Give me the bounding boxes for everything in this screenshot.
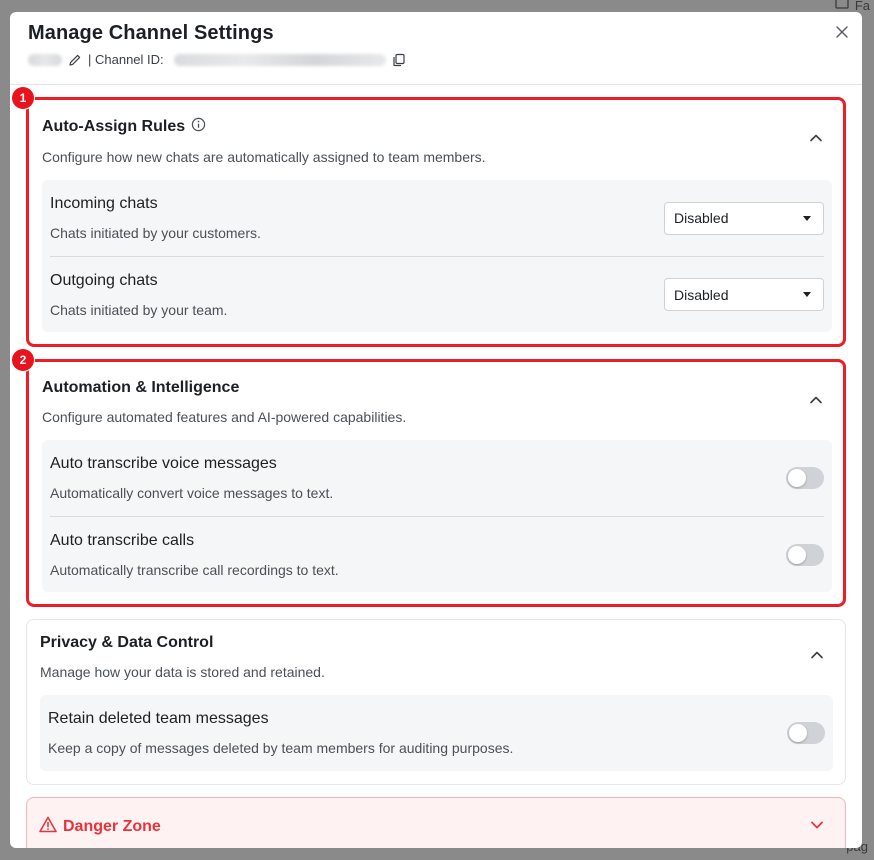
toggle-knob [788,545,806,564]
transcribe-voice-row: Auto transcribe voice messages Automatic… [50,440,824,516]
channel-meta: | Channel ID: [28,52,844,67]
automation-section: 2 Automation & Intelligence Configure au… [12,349,846,607]
toggle-knob [789,724,807,742]
chevron-up-icon[interactable] [808,130,824,146]
row-subtitle: Keep a copy of messages deleted by team … [48,740,514,756]
section-title: Automation & Intelligence [42,379,240,396]
close-icon[interactable] [834,24,850,40]
row-title: Retain deleted team messages [48,710,269,727]
automation-panel: Auto transcribe voice messages Automatic… [42,440,832,592]
copy-icon[interactable] [392,53,406,67]
row-title: Outgoing chats [50,271,158,289]
modal-body: 1 Auto-Assign Rules Configure how new ch… [10,85,862,848]
channel-id-label: | Channel ID: [88,52,164,67]
select-value: Disabled [674,210,729,226]
danger-zone-text: Danger Zone [63,818,161,835]
row-subtitle: Automatically transcribe call recordings… [50,561,339,578]
outgoing-chats-row: Outgoing chats Chats initiated by your t… [50,256,824,332]
modal-title: Manage Channel Settings [28,22,274,44]
section-description: Manage how your data is stored and retai… [40,664,325,680]
modal-header: Manage Channel Settings | Channel ID: [10,12,862,85]
retain-deleted-toggle[interactable] [787,722,825,744]
annotation-badge: 1 [12,87,34,109]
privacy-panel: Retain deleted team messages Keep a copy… [40,695,833,771]
select-value: Disabled [674,286,729,303]
incoming-chats-select[interactable]: Disabled [664,201,824,235]
automation-header[interactable]: Automation & Intelligence Configure auto… [42,362,832,425]
transcribe-voice-toggle[interactable] [786,467,824,489]
row-title: Auto transcribe calls [50,531,195,549]
info-icon[interactable] [191,117,206,137]
outgoing-chats-select[interactable]: Disabled [664,278,824,311]
channel-name-redacted [28,53,62,66]
toggle-knob [788,469,806,487]
privacy-header[interactable]: Privacy & Data Control Manage how your d… [40,620,833,680]
section-title: Auto-Assign Rules [42,117,486,137]
caret-down-icon [803,292,811,297]
transcribe-calls-toggle[interactable] [786,543,824,566]
caret-down-icon [803,215,811,221]
incoming-chats-row: Incoming chats Chats initiated by your c… [50,180,824,256]
section-title: Privacy & Data Control [40,634,214,651]
row-subtitle: Chats initiated by your customers. [50,225,261,241]
pencil-icon[interactable] [68,53,82,67]
row-subtitle: Automatically convert voice messages to … [50,485,334,501]
section-description: Configure how new chats are automaticall… [42,149,486,165]
manage-channel-modal: Manage Channel Settings | Channel ID: 1 … [10,12,862,848]
privacy-section: Privacy & Data Control Manage how your d… [26,619,846,785]
channel-id-redacted [173,53,386,66]
auto-assign-panel: Incoming chats Chats initiated by your c… [42,180,832,332]
warning-icon [39,816,57,838]
row-subtitle: Chats initiated by your team. [50,301,228,318]
auto-assign-header[interactable]: Auto-Assign Rules Configure how new chat… [42,100,832,165]
section-description: Configure automated features and AI-powe… [42,409,407,425]
chevron-up-icon[interactable] [809,647,825,663]
annotation-badge: 2 [12,349,34,371]
chevron-down-icon[interactable] [809,817,825,838]
row-title: Auto transcribe voice messages [50,455,277,472]
auto-assign-section: 1 Auto-Assign Rules Configure how new ch… [12,87,846,347]
retain-deleted-row: Retain deleted team messages Keep a copy… [48,695,825,771]
section-title-text: Auto-Assign Rules [42,118,186,135]
danger-zone-title: Danger Zone [39,816,161,838]
danger-zone-section[interactable]: Danger Zone [26,797,846,848]
chevron-up-icon[interactable] [808,392,824,408]
transcribe-calls-row: Auto transcribe calls Automatically tran… [50,516,824,592]
row-title: Incoming chats [50,195,158,212]
